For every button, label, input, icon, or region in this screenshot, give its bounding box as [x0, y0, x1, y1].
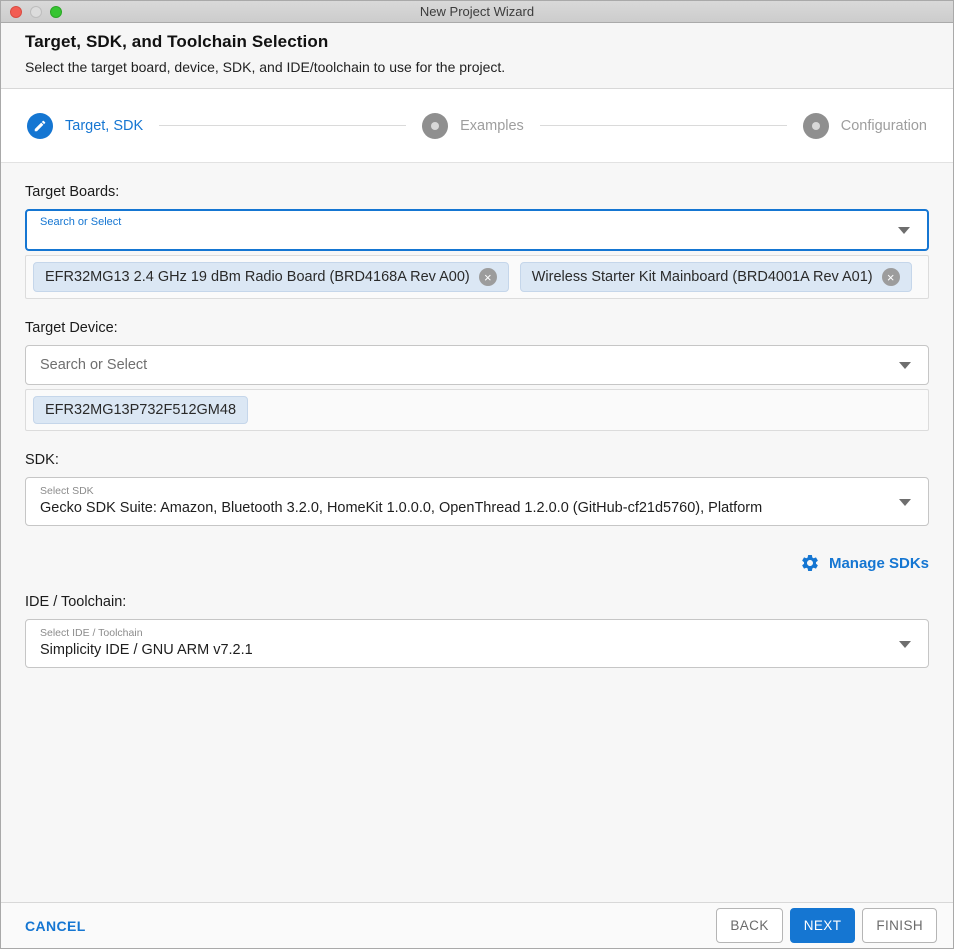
sdk-label: SDK:: [25, 452, 59, 468]
wizard-content: Target Boards: Search or Select EFR32MG1…: [1, 163, 953, 902]
target-boards-label: Target Boards:: [25, 184, 120, 200]
cancel-button[interactable]: CANCEL: [25, 918, 86, 934]
close-window-icon[interactable]: [10, 6, 22, 18]
sdk-select-value: Gecko SDK Suite: Amazon, Bluetooth 3.2.0…: [40, 500, 763, 516]
ide-toolchain-label: IDE / Toolchain:: [25, 594, 127, 610]
step-configuration[interactable]: Configuration: [802, 112, 927, 139]
manage-sdks-label: Manage SDKs: [828, 554, 929, 572]
step-connector: [539, 125, 787, 126]
window-titlebar: New Project Wizard: [1, 1, 953, 23]
step-examples[interactable]: Examples: [422, 112, 524, 139]
next-button[interactable]: NEXT: [789, 908, 856, 943]
target-device-select[interactable]: Search or Select: [25, 345, 929, 385]
chip-label: EFR32MG13 2.4 GHz 19 dBm Radio Board (BR…: [45, 269, 470, 285]
target-boards-placeholder: Search or Select: [40, 216, 122, 228]
gear-icon: [802, 555, 818, 571]
page-title: Target, SDK, and Toolchain Selection: [25, 32, 329, 51]
page-subtitle: Select the target board, device, SDK, an…: [25, 59, 506, 75]
ide-toolchain-select[interactable]: Select IDE / Toolchain Simplicity IDE / …: [25, 619, 929, 668]
chevron-down-icon[interactable]: [898, 227, 910, 234]
step-label: Examples: [460, 117, 524, 134]
traffic-lights: [10, 6, 62, 18]
chevron-down-icon[interactable]: [899, 498, 911, 506]
wizard-stepper: Target, SDK Examples Configuration: [1, 89, 953, 163]
new-project-wizard-window: New Project Wizard Target, SDK, and Tool…: [0, 0, 954, 949]
target-device-label: Target Device:: [25, 320, 118, 336]
target-boards-select[interactable]: Search or Select: [25, 209, 929, 251]
sdk-select-label: Select SDK: [40, 485, 94, 497]
ide-select-value: Simplicity IDE / GNU ARM v7.2.1: [40, 642, 253, 658]
remove-chip-icon[interactable]: ×: [478, 268, 497, 286]
chevron-down-icon[interactable]: [899, 362, 911, 369]
pencil-icon: [27, 112, 53, 139]
chip-label: EFR32MG13P732F512GM48: [45, 402, 237, 418]
minimize-window-icon[interactable]: [30, 6, 42, 18]
chevron-down-icon[interactable]: [899, 640, 911, 648]
zoom-window-icon[interactable]: [50, 6, 62, 18]
target-device-placeholder: Search or Select: [40, 357, 148, 373]
remove-chip-icon[interactable]: ×: [881, 268, 900, 286]
chip-label: Wireless Starter Kit Mainboard (BRD4001A…: [531, 269, 873, 285]
step-label: Target, SDK: [65, 117, 144, 134]
wizard-footer: CANCEL BACK NEXT FINISH: [1, 902, 953, 948]
step-dot-icon: [422, 112, 449, 139]
board-chip[interactable]: EFR32MG13 2.4 GHz 19 dBm Radio Board (BR…: [33, 262, 509, 292]
wizard-header: Target, SDK, and Toolchain Selection Sel…: [1, 23, 953, 89]
step-label: Configuration: [840, 117, 927, 134]
sdk-select[interactable]: Select SDK Gecko SDK Suite: Amazon, Blue…: [25, 477, 929, 526]
window-title: New Project Wizard: [419, 4, 535, 19]
device-chip[interactable]: EFR32MG13P732F512GM48: [33, 396, 249, 424]
target-device-chip-tray: EFR32MG13P732F512GM48: [25, 389, 929, 431]
ide-select-label: Select IDE / Toolchain: [40, 627, 143, 639]
step-connector: [159, 125, 407, 126]
manage-sdks-button[interactable]: Manage SDKs: [25, 553, 929, 573]
step-dot-icon: [802, 112, 829, 139]
target-boards-chip-tray: EFR32MG13 2.4 GHz 19 dBm Radio Board (BR…: [25, 255, 929, 299]
finish-button[interactable]: FINISH: [862, 908, 937, 943]
step-target-sdk[interactable]: Target, SDK: [27, 112, 144, 139]
back-button[interactable]: BACK: [716, 908, 783, 943]
board-chip[interactable]: Wireless Starter Kit Mainboard (BRD4001A…: [519, 262, 912, 292]
